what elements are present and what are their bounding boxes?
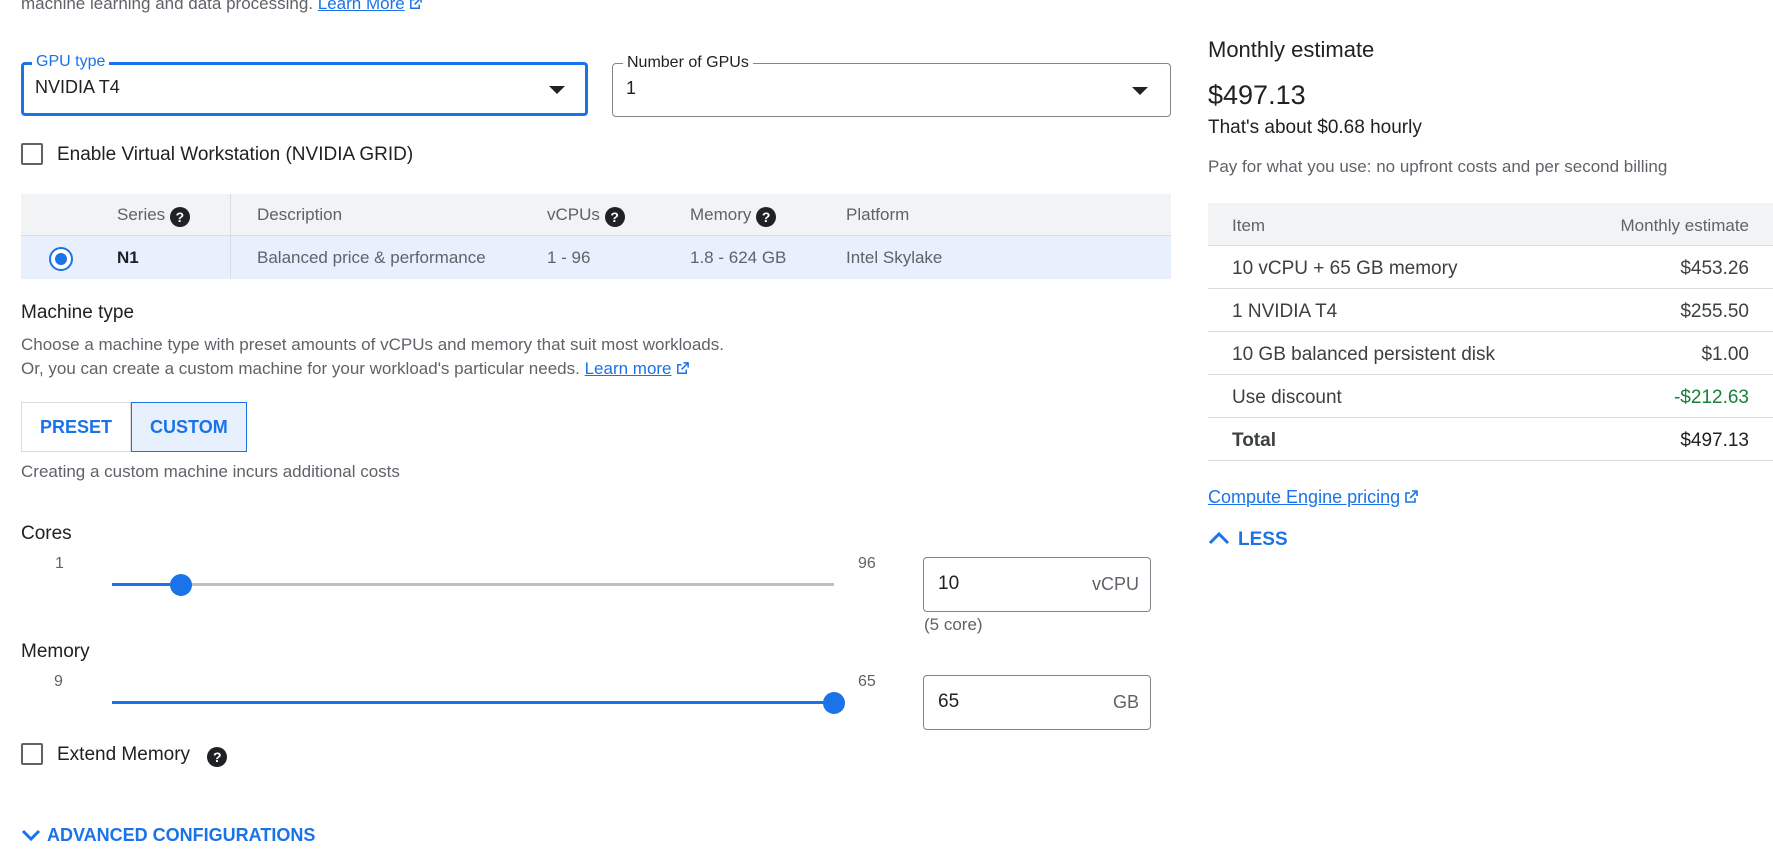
- series-cell: N1: [117, 248, 139, 267]
- platform-header: Platform: [846, 205, 910, 224]
- table-row: 1 NVIDIA T4 $255.50: [1208, 289, 1773, 332]
- estimate-title: Monthly estimate: [1208, 37, 1375, 62]
- machine-type-desc-2-text: Or, you can create a custom machine for …: [21, 359, 580, 378]
- vcpus-header-label: vCPUs: [547, 205, 600, 224]
- machine-mode-toggle: PRESET CUSTOM: [21, 402, 247, 452]
- memory-input-unit: GB: [1112, 692, 1139, 712]
- memory-max-label: 65: [858, 673, 876, 690]
- help-icon[interactable]: ?: [604, 207, 625, 227]
- machine-type-learn-more-link[interactable]: Learn more: [585, 359, 672, 378]
- gpu-count-select[interactable]: Number of GPUs 1: [612, 53, 1171, 117]
- vcpus-header: vCPUs ?: [547, 205, 625, 227]
- machine-type-title: Machine type: [21, 302, 135, 323]
- estimate-price: $497.13: [1208, 80, 1306, 110]
- item-cell: Use discount: [1232, 387, 1342, 408]
- virtual-workstation-checkbox[interactable]: [21, 143, 43, 165]
- dropdown-arrow-icon: [549, 86, 565, 94]
- cores-hint: (5 core): [924, 615, 983, 634]
- extend-memory-text: Extend Memory: [57, 744, 191, 765]
- compute-engine-pricing-link[interactable]: Compute Engine pricing: [1208, 487, 1400, 507]
- cost-cell: $255.50: [1680, 301, 1749, 322]
- description-cell: Balanced price & performance: [257, 248, 486, 267]
- total-row: Total $497.13: [1208, 418, 1773, 461]
- item-cell: 10 vCPU + 65 GB memory: [1232, 258, 1458, 279]
- gpu-type-select[interactable]: GPU type NVIDIA T4: [21, 52, 588, 116]
- help-icon[interactable]: ?: [169, 207, 190, 227]
- virtual-workstation-label: Enable Virtual Workstation (NVIDIA GRID): [57, 144, 414, 165]
- less-label: LESS: [1238, 529, 1288, 550]
- memory-min-label: 9: [54, 673, 63, 690]
- help-icon[interactable]: ?: [207, 747, 228, 767]
- estimate-table: Item Monthly estimate 10 vCPU + 65 GB me…: [1208, 203, 1773, 461]
- external-link-icon: [409, 0, 422, 9]
- memory-label: Memory: [21, 641, 90, 662]
- discount-cost-cell: -$212.63: [1673, 387, 1749, 408]
- preset-button[interactable]: PRESET: [21, 402, 132, 452]
- memory-slider-fill: [112, 701, 834, 704]
- memory-header: Memory ?: [690, 205, 777, 227]
- platform-cell: Intel Skylake: [846, 248, 943, 267]
- item-cell: 10 GB balanced persistent disk: [1232, 344, 1495, 365]
- gpu-count-value: 1: [626, 78, 637, 98]
- memory-slider-thumb[interactable]: [823, 692, 845, 714]
- chevron-up-icon: [1208, 531, 1230, 545]
- machine-type-desc-2: Or, you can create a custom machine for …: [21, 357, 690, 381]
- external-link-icon: [676, 362, 689, 374]
- column-divider: [230, 194, 231, 279]
- intro-learn-more-link[interactable]: Learn More: [318, 0, 405, 13]
- custom-button[interactable]: CUSTOM: [131, 402, 247, 452]
- series-table-header: Series ? Description vCPUs ? Memory ? Pl…: [21, 194, 1171, 236]
- series-header-label: Series: [117, 205, 166, 224]
- extend-memory-label: Extend Memory ?: [57, 744, 228, 767]
- cost-header: Monthly estimate: [1620, 216, 1750, 235]
- gpu-type-label: GPU type: [32, 52, 110, 72]
- memory-input-value: 65: [938, 691, 960, 712]
- intro-text-body: machine learning and data processing.: [21, 0, 314, 13]
- chevron-down-icon: [21, 829, 41, 842]
- memory-input[interactable]: 65 GB: [923, 675, 1151, 730]
- series-header: Series ?: [117, 205, 190, 227]
- series-radio[interactable]: [49, 247, 73, 271]
- cores-input-unit: vCPU: [1091, 574, 1139, 594]
- memory-cell: 1.8 - 624 GB: [690, 248, 787, 267]
- machine-type-desc-1: Choose a machine type with preset amount…: [21, 335, 724, 354]
- description-header: Description: [257, 205, 343, 224]
- item-cell: 1 NVIDIA T4: [1232, 301, 1338, 322]
- cores-label: Cores: [21, 523, 72, 544]
- table-row: 10 GB balanced persistent disk $1.00: [1208, 332, 1773, 375]
- gpu-count-label: Number of GPUs: [623, 53, 753, 73]
- extend-memory-checkbox[interactable]: [21, 743, 43, 765]
- table-row[interactable]: N1 Balanced price & performance 1 - 96 1…: [21, 236, 1171, 279]
- estimate-hourly: That's about $0.68 hourly: [1208, 117, 1422, 138]
- less-toggle[interactable]: LESS: [1208, 529, 1288, 551]
- cost-cell: $453.26: [1680, 258, 1749, 279]
- dropdown-arrow-icon: [1132, 87, 1148, 95]
- cores-input[interactable]: 10 vCPU: [923, 557, 1151, 612]
- cores-min-label: 1: [55, 555, 64, 572]
- advanced-configurations-toggle[interactable]: ADVANCED CONFIGURATIONS: [21, 825, 315, 846]
- cores-slider-thumb[interactable]: [170, 574, 192, 596]
- table-row: 10 vCPU + 65 GB memory $453.26: [1208, 246, 1773, 289]
- gpu-type-value: NVIDIA T4: [35, 77, 120, 97]
- intro-text: machine learning and data processing. Le…: [21, 0, 423, 14]
- estimate-table-header: Item Monthly estimate: [1208, 203, 1773, 246]
- cores-max-label: 96: [858, 555, 876, 572]
- cost-cell: $1.00: [1701, 344, 1749, 365]
- advanced-configurations-label: ADVANCED CONFIGURATIONS: [47, 825, 316, 845]
- custom-cost-note: Creating a custom machine incurs additio…: [21, 462, 400, 481]
- total-cost: $497.13: [1680, 430, 1749, 451]
- help-icon[interactable]: ?: [756, 207, 777, 227]
- cores-slider-track[interactable]: [112, 583, 834, 586]
- series-table: Series ? Description vCPUs ? Memory ? Pl…: [21, 194, 1171, 279]
- item-header: Item: [1232, 216, 1266, 235]
- total-label: Total: [1232, 430, 1276, 451]
- memory-header-label: Memory: [690, 205, 752, 224]
- vcpus-cell: 1 - 96: [547, 248, 591, 267]
- pricing-link-wrap: Compute Engine pricing: [1208, 487, 1419, 508]
- cores-input-value: 10: [938, 573, 960, 594]
- estimate-note: Pay for what you use: no upfront costs a…: [1208, 157, 1668, 176]
- table-row: Use discount -$212.63: [1208, 375, 1773, 418]
- external-link-icon: [1405, 490, 1418, 503]
